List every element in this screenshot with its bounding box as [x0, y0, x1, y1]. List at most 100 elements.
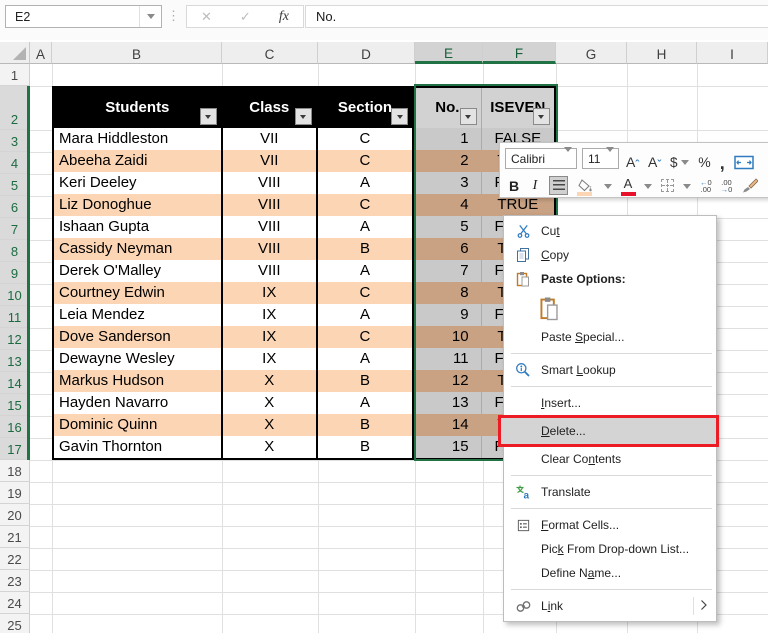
row-header-20[interactable]: 20 — [0, 504, 30, 526]
name-box-dropdown[interactable] — [139, 6, 161, 27]
cell-class[interactable]: VIII — [222, 216, 318, 238]
cell-no[interactable]: 10 — [414, 326, 482, 348]
shrink-font-button[interactable]: Aˇ — [646, 147, 663, 171]
fill-color-dropdown[interactable] — [602, 174, 614, 197]
cell-no[interactable]: 5 — [414, 216, 482, 238]
row-header-19[interactable]: 19 — [0, 482, 30, 504]
row-header-17[interactable]: 17 — [0, 438, 30, 460]
center-align-button[interactable] — [547, 174, 570, 197]
cell-student[interactable]: Abeeha Zaidi — [54, 150, 223, 172]
table-header-no[interactable]: No. — [414, 88, 482, 128]
enter-icon[interactable]: ✓ — [240, 9, 251, 25]
cell-student[interactable]: Cassidy Neyman — [54, 238, 223, 260]
cell-no[interactable]: 12 — [414, 370, 482, 392]
formula-input[interactable]: No. — [305, 5, 768, 28]
cell-class[interactable]: VIII — [222, 172, 318, 194]
column-header-D[interactable]: D — [318, 42, 415, 64]
menu-item-pick-from-list[interactable]: Pick From Drop-down List... — [504, 537, 716, 561]
cell-class[interactable]: IX — [222, 326, 318, 348]
bold-button[interactable]: B — [505, 174, 523, 197]
fill-color-button[interactable] — [575, 174, 597, 197]
cell-class[interactable]: IX — [222, 282, 318, 304]
cell-class[interactable]: VII — [222, 150, 318, 172]
cell-no[interactable]: 14 — [414, 414, 482, 436]
cell-no[interactable]: 15 — [414, 436, 482, 458]
row-header-6[interactable]: 6 — [0, 196, 30, 218]
cell-student[interactable]: Dominic Quinn — [54, 414, 223, 436]
cell-class[interactable]: VIII — [222, 260, 318, 282]
cell-section[interactable]: A — [317, 216, 415, 238]
cell-no[interactable]: 11 — [414, 348, 482, 370]
menu-item-smart-lookup[interactable]: Smart Lookup — [504, 358, 716, 382]
menu-item-delete[interactable]: Delete... — [498, 415, 719, 447]
cell-section[interactable]: A — [317, 392, 415, 414]
filter-dropdown-button[interactable] — [199, 108, 217, 125]
cell-student[interactable]: Keri Deeley — [54, 172, 223, 194]
menu-item-clear-contents[interactable]: Clear Contents — [504, 447, 716, 471]
row-header-21[interactable]: 21 — [0, 526, 30, 548]
cell-no[interactable]: 2 — [414, 150, 482, 172]
cell-student[interactable]: Dove Sanderson — [54, 326, 223, 348]
row-header-25[interactable]: 25 — [0, 614, 30, 633]
cell-section[interactable]: C — [317, 150, 415, 172]
cell-class[interactable]: X — [222, 436, 318, 458]
cell-no[interactable]: 13 — [414, 392, 482, 414]
cell-section[interactable]: C — [317, 194, 415, 216]
column-header-I[interactable]: I — [697, 42, 768, 64]
cell-student[interactable]: Courtney Edwin — [54, 282, 223, 304]
format-painter-button[interactable] — [739, 174, 760, 197]
percent-style-button[interactable]: % — [696, 147, 712, 170]
row-header-18[interactable]: 18 — [0, 460, 30, 482]
row-header-15[interactable]: 15 — [0, 394, 30, 416]
grow-font-button[interactable]: Aˆ — [624, 147, 641, 171]
menu-item-format-cells[interactable]: Format Cells... — [504, 513, 716, 537]
row-header-1[interactable]: 1 — [0, 64, 30, 86]
row-header-10[interactable]: 10 — [0, 284, 30, 306]
cell-class[interactable]: VII — [222, 128, 318, 150]
row-header-12[interactable]: 12 — [0, 328, 30, 350]
cell-class[interactable]: VIII — [222, 194, 318, 216]
row-header-4[interactable]: 4 — [0, 152, 30, 174]
cell-no[interactable]: 6 — [414, 238, 482, 260]
column-header-F[interactable]: F — [483, 42, 556, 64]
menu-item-cut[interactable]: Cut — [504, 219, 716, 243]
cell-student[interactable]: Derek O'Malley — [54, 260, 223, 282]
table-header-students[interactable]: Students — [54, 88, 223, 128]
cell-section[interactable]: B — [317, 436, 415, 458]
italic-button[interactable]: I — [528, 174, 542, 197]
row-header-9[interactable]: 9 — [0, 262, 30, 284]
menu-item-copy[interactable]: Copy — [504, 243, 716, 267]
merge-center-button[interactable] — [732, 147, 756, 170]
cell-section[interactable]: C — [317, 326, 415, 348]
font-color-button[interactable]: A — [619, 174, 637, 197]
cell-class[interactable]: IX — [222, 348, 318, 370]
row-header-14[interactable]: 14 — [0, 372, 30, 394]
cell-class[interactable]: X — [222, 414, 318, 436]
table-header-section[interactable]: Section — [317, 88, 415, 128]
row-header-24[interactable]: 24 — [0, 592, 30, 614]
menu-item-insert[interactable]: Insert... — [504, 391, 716, 415]
menu-item-paste[interactable] — [504, 291, 716, 325]
column-header-C[interactable]: C — [222, 42, 318, 64]
cell-no[interactable]: 3 — [414, 172, 482, 194]
row-header-2[interactable]: 2 — [0, 86, 30, 130]
cell-no[interactable]: 7 — [414, 260, 482, 282]
borders-dropdown[interactable] — [681, 174, 693, 197]
cell-student[interactable]: Ishaan Gupta — [54, 216, 223, 238]
filter-dropdown-button[interactable] — [391, 108, 409, 125]
cell-student[interactable]: Mara Hiddleston — [54, 128, 223, 150]
row-header-11[interactable]: 11 — [0, 306, 30, 328]
borders-button[interactable] — [659, 174, 676, 197]
cell-student[interactable]: Leia Mendez — [54, 304, 223, 326]
column-header-H[interactable]: H — [627, 42, 697, 64]
menu-item-link[interactable]: Link — [504, 594, 716, 618]
menu-item-define-name[interactable]: Define Name... — [504, 561, 716, 585]
cell-section[interactable]: B — [317, 370, 415, 392]
increase-decimal-button[interactable]: ←0 .00 — [698, 174, 714, 197]
row-header-22[interactable]: 22 — [0, 548, 30, 570]
filter-dropdown-button[interactable] — [532, 108, 550, 125]
column-header-B[interactable]: B — [52, 42, 222, 64]
cell-section[interactable]: C — [317, 282, 415, 304]
row-header-3[interactable]: 3 — [0, 130, 30, 152]
decrease-decimal-button[interactable]: .00 →0 — [719, 174, 735, 197]
